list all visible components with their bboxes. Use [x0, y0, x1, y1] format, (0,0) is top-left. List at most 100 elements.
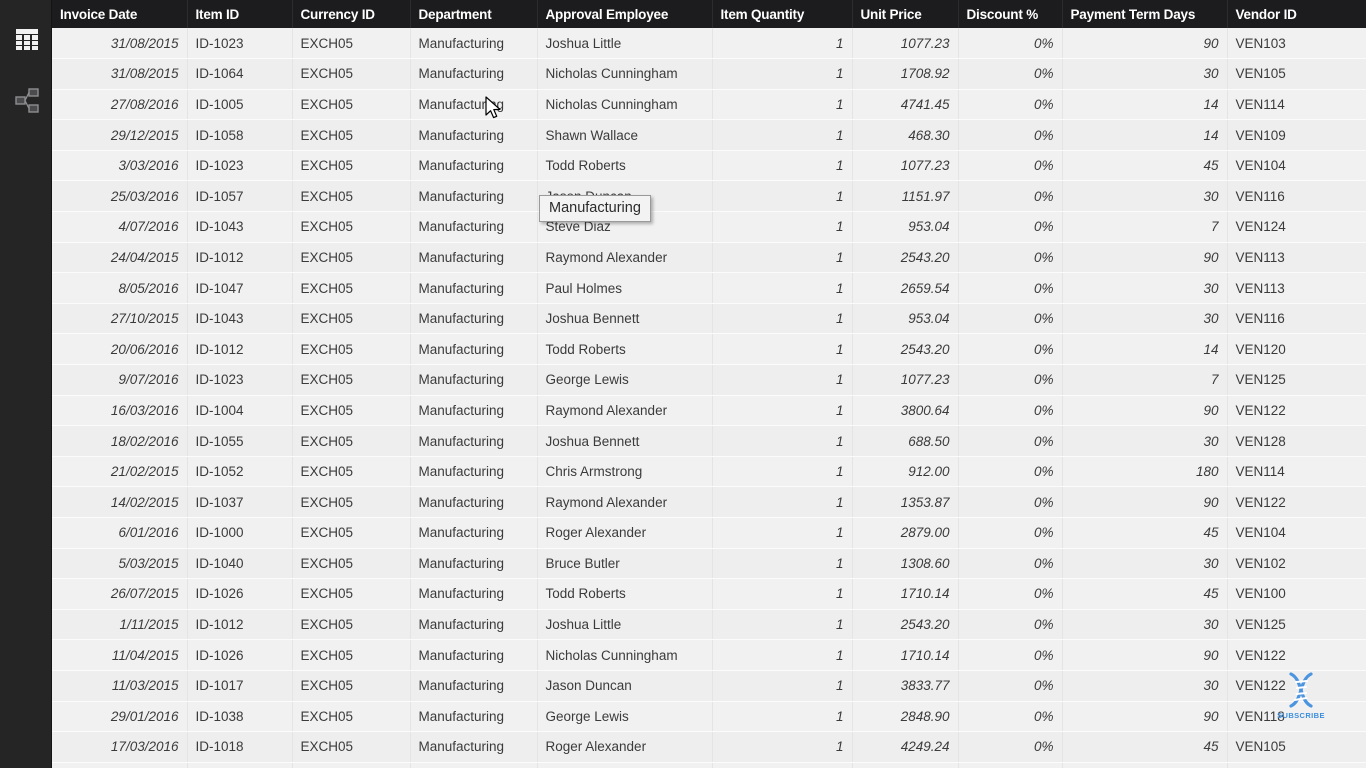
cell-discount_pct[interactable]: 0%: [958, 517, 1063, 549]
cell-discount_pct[interactable]: 0%: [958, 578, 1063, 610]
cell-vendor_id[interactable]: VEN100: [1227, 578, 1366, 610]
cell-unit_price[interactable]: [852, 762, 959, 768]
cell-approval_employee[interactable]: Raymond Alexander: [537, 242, 713, 274]
cell-item_id[interactable]: ID-1043: [187, 303, 293, 335]
cell-payment_term_days[interactable]: 45: [1062, 578, 1228, 610]
cell-approval_employee[interactable]: Joshua Bennett: [537, 425, 713, 457]
cell-department[interactable]: Manufacturing: [410, 639, 538, 671]
cell-discount_pct[interactable]: 0%: [958, 425, 1063, 457]
cell-payment_term_days[interactable]: 30: [1062, 272, 1228, 304]
cell-invoice_date[interactable]: [52, 762, 188, 768]
cell-approval_employee[interactable]: Raymond Alexander: [537, 395, 713, 427]
cell-discount_pct[interactable]: 0%: [958, 609, 1063, 641]
cell-approval_employee[interactable]: Roger Alexander: [537, 731, 713, 763]
cell-payment_term_days[interactable]: 7: [1062, 364, 1228, 396]
cell-invoice_date[interactable]: 8/05/2016: [52, 272, 188, 304]
cell-payment_term_days[interactable]: 45: [1062, 731, 1228, 763]
cell-department[interactable]: Manufacturing: [410, 333, 538, 366]
cell-discount_pct[interactable]: 0%: [958, 486, 1063, 518]
cell-item_id[interactable]: ID-1004: [187, 395, 293, 427]
cell-approval_employee[interactable]: Nicholas Cunningham: [537, 89, 713, 121]
cell-currency_id[interactable]: EXCH05: [292, 58, 411, 90]
cell-vendor_id[interactable]: VEN125: [1227, 364, 1366, 396]
cell-currency_id[interactable]: EXCH05: [292, 701, 411, 733]
cell-unit_price[interactable]: 1710.14: [852, 578, 959, 610]
cell-currency_id[interactable]: EXCH05: [292, 578, 411, 610]
cell-currency_id[interactable]: EXCH05: [292, 150, 411, 182]
cell-payment_term_days[interactable]: 30: [1062, 180, 1228, 213]
cell-item_quantity[interactable]: 1: [712, 150, 853, 182]
cell-department[interactable]: Manufacturing: [410, 456, 538, 488]
cell-item_id[interactable]: ID-1012: [187, 609, 293, 641]
table-row[interactable]: 29/01/2016 ID-1038 EXCH05 Manufacturing Geor…: [52, 701, 1366, 733]
cell-vendor_id[interactable]: VEN122: [1227, 639, 1366, 671]
table-row[interactable]: 11/04/2015 ID-1026 EXCH05 Manufacturing Nich…: [52, 639, 1366, 671]
table-row[interactable]: 31/08/2015 ID-1064 EXCH05 Manufacturing Nich…: [52, 58, 1366, 90]
cell-department[interactable]: Manufacturing: [410, 670, 538, 702]
cell-unit_price[interactable]: 953.04: [852, 303, 959, 335]
cell-invoice_date[interactable]: 26/07/2015: [52, 578, 188, 610]
table-row[interactable]: 3/03/2016 ID-1023 EXCH05 Manufacturing Todd …: [52, 150, 1366, 182]
table-row[interactable]: 24/04/2015 ID-1012 EXCH05 Manufacturing Raym…: [52, 242, 1366, 274]
cell-approval_employee[interactable]: Roger Alexander: [537, 517, 713, 549]
cell-currency_id[interactable]: EXCH05: [292, 395, 411, 427]
cell-department[interactable]: Manufacturing: [410, 395, 538, 427]
cell-discount_pct[interactable]: 0%: [958, 456, 1063, 488]
cell-discount_pct[interactable]: 0%: [958, 670, 1063, 702]
cell-item_id[interactable]: ID-1005: [187, 89, 293, 121]
table-row[interactable]: [52, 762, 1366, 768]
cell-currency_id[interactable]: EXCH05: [292, 548, 411, 580]
cell-approval_employee[interactable]: [537, 762, 713, 768]
cell-discount_pct[interactable]: [958, 762, 1063, 768]
cell-discount_pct[interactable]: 0%: [958, 364, 1063, 396]
cell-approval_employee[interactable]: George Lewis: [537, 701, 713, 733]
cell-vendor_id[interactable]: VEN104: [1227, 150, 1366, 182]
cell-invoice_date[interactable]: 14/02/2015: [52, 486, 188, 518]
cell-currency_id[interactable]: EXCH05: [292, 119, 411, 151]
table-row[interactable]: 17/03/2016 ID-1018 EXCH05 Manufacturing Roge…: [52, 731, 1366, 763]
cell-discount_pct[interactable]: 0%: [958, 303, 1063, 335]
cell-currency_id[interactable]: EXCH05: [292, 456, 411, 488]
cell-unit_price[interactable]: 1077.23: [852, 150, 959, 182]
column-header-invoice_date[interactable]: Invoice Date: [52, 0, 188, 28]
cell-discount_pct[interactable]: 0%: [958, 180, 1063, 213]
cell-payment_term_days[interactable]: 14: [1062, 119, 1228, 151]
cell-discount_pct[interactable]: 0%: [958, 119, 1063, 151]
cell-payment_term_days[interactable]: 90: [1062, 242, 1228, 274]
cell-invoice_date[interactable]: 4/07/2016: [52, 211, 188, 243]
cell-discount_pct[interactable]: 0%: [958, 639, 1063, 671]
cell-invoice_date[interactable]: 17/03/2016: [52, 731, 188, 763]
cell-discount_pct[interactable]: 0%: [958, 701, 1063, 733]
column-header-currency_id[interactable]: Currency ID: [292, 0, 411, 28]
cell-invoice_date[interactable]: 29/12/2015: [52, 119, 188, 151]
cell-unit_price[interactable]: 4741.45: [852, 89, 959, 121]
cell-discount_pct[interactable]: 0%: [958, 731, 1063, 763]
cell-department[interactable]: Manufacturing: [410, 28, 538, 60]
cell-item_quantity[interactable]: 1: [712, 211, 853, 243]
cell-vendor_id[interactable]: VEN102: [1227, 548, 1366, 580]
table-row[interactable]: 16/03/2016 ID-1004 EXCH05 Manufacturing Raym…: [52, 395, 1366, 427]
table-row[interactable]: 8/05/2016 ID-1047 EXCH05 Manufacturing Paul …: [52, 272, 1366, 304]
cell-currency_id[interactable]: EXCH05: [292, 731, 411, 763]
cell-department[interactable]: Manufacturing: [410, 548, 538, 580]
column-header-discount_pct[interactable]: Discount %: [958, 0, 1063, 28]
cell-item_quantity[interactable]: 1: [712, 333, 853, 366]
cell-item_quantity[interactable]: 1: [712, 395, 853, 427]
table-row[interactable]: 5/03/2015 ID-1040 EXCH05 Manufacturing Bruce…: [52, 548, 1366, 580]
table-row[interactable]: 21/02/2015 ID-1052 EXCH05 Manufacturing Chri…: [52, 456, 1366, 488]
cell-unit_price[interactable]: 4249.24: [852, 731, 959, 763]
cell-unit_price[interactable]: 2543.20: [852, 333, 959, 366]
cell-currency_id[interactable]: EXCH05: [292, 639, 411, 671]
cell-invoice_date[interactable]: 9/07/2016: [52, 364, 188, 396]
cell-vendor_id[interactable]: VEN114: [1227, 456, 1366, 488]
cell-unit_price[interactable]: 1077.23: [852, 28, 959, 60]
cell-department[interactable]: Manufacturing: [410, 180, 538, 213]
cell-unit_price[interactable]: 2543.20: [852, 609, 959, 641]
cell-vendor_id[interactable]: VEN104: [1227, 517, 1366, 549]
cell-department[interactable]: Manufacturing: [410, 731, 538, 763]
cell-approval_employee[interactable]: Joshua Bennett: [537, 303, 713, 335]
cell-payment_term_days[interactable]: [1062, 762, 1228, 768]
cell-item_quantity[interactable]: 1: [712, 670, 853, 702]
cell-discount_pct[interactable]: 0%: [958, 28, 1063, 60]
cell-vendor_id[interactable]: VEN118: [1227, 701, 1366, 733]
